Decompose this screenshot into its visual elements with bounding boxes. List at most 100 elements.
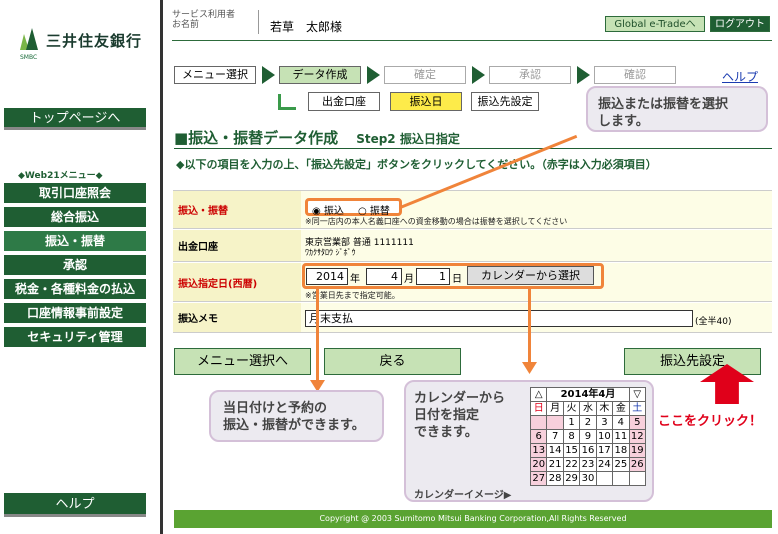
calendar-day <box>612 471 630 486</box>
sidebar-item-account-settings[interactable]: 口座情報事前設定 <box>4 303 146 324</box>
calendar-day[interactable]: 3 <box>595 415 614 430</box>
calendar-day[interactable]: 2 <box>579 415 597 430</box>
step-arrow-icon <box>577 66 590 84</box>
calendar-day[interactable]: 15 <box>562 443 581 458</box>
user-label: サービス利用者 お名前 <box>172 10 235 30</box>
calendar-day[interactable]: 13 <box>529 443 548 458</box>
header-divider <box>258 10 259 34</box>
form-row-account: 出金口座 東京営業部 普通 1111111 ﾜｶｸｻﾀﾛｳ ｼﾞﾎﾞｳ <box>173 230 772 262</box>
calendar-day[interactable]: 6 <box>529 429 548 444</box>
global-etrade-button[interactable]: Global e-Tradeへ <box>605 16 705 32</box>
step-data-create: データ作成 <box>279 66 361 84</box>
date-label: 振込指定日(西暦) <box>173 263 301 301</box>
subtab-withdraw-account[interactable]: 出金口座 <box>308 92 380 111</box>
calendar-next-icon[interactable]: ▽ <box>628 387 647 402</box>
footer-copyright: Copyright @ 2003 Sumitomo Mitsui Banking… <box>174 510 772 528</box>
callout-line <box>528 287 531 365</box>
calendar-day <box>595 471 614 486</box>
step-confirm: 確定 <box>384 66 466 84</box>
calendar-day[interactable]: 11 <box>612 429 630 444</box>
logout-button[interactable]: ログアウト <box>710 16 770 32</box>
callout-calendar-line3: できます。 <box>414 425 478 440</box>
calendar-day[interactable]: 18 <box>612 443 630 458</box>
callout-calendar-text: カレンダーから 日付を指定 できます。 <box>414 390 505 441</box>
callout-calendar-line2: 日付を指定 <box>414 408 480 423</box>
menu-select-button[interactable]: メニュー選択へ <box>174 348 311 375</box>
calendar-widget: △ 2014年4月 ▽ 日 月 火 水 木 金 土 1 2 3 4 5 6 7 … <box>529 387 647 486</box>
callout-line <box>316 289 319 385</box>
calendar-weekday: 土 <box>628 401 647 416</box>
user-label-line2: お名前 <box>172 20 200 30</box>
calendar-weekday: 火 <box>562 401 581 416</box>
calendar-day[interactable]: 5 <box>628 415 647 430</box>
calendar-prev-icon[interactable]: △ <box>529 387 548 402</box>
radio-furikomi[interactable]: ◉ 振込 <box>312 202 344 217</box>
calendar-weekday: 木 <box>595 401 614 416</box>
top-page-button[interactable]: トップページへ <box>4 108 146 130</box>
calendar-day[interactable]: 26 <box>628 457 647 472</box>
calendar-day[interactable]: 9 <box>579 429 597 444</box>
sidebar-item-tax-payment[interactable]: 税金・各種料金の払込 <box>4 279 146 300</box>
calendar-weekday: 水 <box>579 401 597 416</box>
calendar-day[interactable]: 12 <box>628 429 647 444</box>
calendar-day[interactable]: 16 <box>579 443 597 458</box>
calendar-day[interactable]: 1 <box>562 415 581 430</box>
calendar-day[interactable]: 22 <box>562 457 581 472</box>
sidebar: 三井住友銀行 SMBC トップページへ ◆Web21メニュー◆ 取引口座照会 総… <box>0 0 150 534</box>
calendar-day[interactable]: 10 <box>595 429 614 444</box>
step-title: Step2 振込日指定 <box>356 132 460 146</box>
calendar-day[interactable]: 7 <box>546 429 564 444</box>
form-row-type: 振込・振替 ※同一店内の本人名義口座への資金移動の場合は振替を選択してください <box>173 191 772 229</box>
sidebar-help-button[interactable]: ヘルプ <box>4 493 146 517</box>
memo-label: 振込メモ <box>173 303 301 332</box>
transfer-type-radio-group: ◉ 振込 ○ 振替 <box>305 198 402 217</box>
down-arrow-icon <box>522 362 537 374</box>
click-here-label: ここをクリック！ <box>658 414 763 429</box>
calendar-day[interactable]: 21 <box>546 457 564 472</box>
callout-calendar-line1: カレンダーから <box>414 391 506 406</box>
sidebar-item-transfer[interactable]: 振込・振替 <box>4 231 146 252</box>
calendar-day <box>529 415 548 430</box>
calendar-day[interactable]: 19 <box>628 443 647 458</box>
page-title-text: ■振込・振替データ作成 <box>174 129 339 147</box>
memo-input[interactable]: 月末支払 <box>305 310 693 327</box>
step-approval: 承認 <box>489 66 571 84</box>
callout-reserve: 当日付けと予約の 振込・振替ができます。 <box>209 390 384 442</box>
step-check: 確認 <box>594 66 676 84</box>
sidebar-item-bulk-transfer[interactable]: 総合振込 <box>4 207 146 228</box>
callout-reserve-line2: 振込・振替ができます。 <box>223 418 365 433</box>
callout-reserve-line1: 当日付けと予約の <box>223 401 328 416</box>
bank-logo-sub: SMBC <box>20 54 38 61</box>
divider <box>160 0 163 534</box>
sidebar-item-security[interactable]: セキュリティ管理 <box>4 327 146 348</box>
calendar-day[interactable]: 29 <box>562 471 581 486</box>
radio-furikae[interactable]: ○ 振替 <box>358 202 390 217</box>
callout-select-line2: します。 <box>598 114 649 129</box>
calendar-day[interactable]: 17 <box>595 443 614 458</box>
step-arrow-icon <box>262 66 275 84</box>
sidebar-item-account-inquiry[interactable]: 取引口座照会 <box>4 183 146 204</box>
calendar-day[interactable]: 27 <box>529 471 548 486</box>
bank-logo-text: 三井住友銀行 <box>46 32 143 50</box>
subtab-transfer-date[interactable]: 振込日 <box>390 92 462 111</box>
menu-heading: ◆Web21メニュー◆ <box>18 171 103 181</box>
help-link[interactable]: ヘルプ <box>722 68 758 85</box>
back-button[interactable]: 戻る <box>324 348 461 375</box>
calendar-day[interactable]: 14 <box>546 443 564 458</box>
payee-setting-button[interactable]: 振込先設定 <box>624 348 761 375</box>
calendar-day[interactable]: 30 <box>579 471 597 486</box>
calendar-day[interactable]: 24 <box>595 457 614 472</box>
smbc-logo-icon <box>20 28 38 50</box>
calendar-weekday: 金 <box>612 401 630 416</box>
calendar-day[interactable]: 23 <box>579 457 597 472</box>
sidebar-item-approval[interactable]: 承認 <box>4 255 146 276</box>
callout-select-line1: 振込または振替を選択 <box>598 97 729 112</box>
calendar-day[interactable]: 25 <box>612 457 630 472</box>
account-value: 東京営業部 普通 1111111 ﾜｶｸｻﾀﾛｳ ｼﾞﾎﾞｳ <box>301 230 772 261</box>
calendar-day[interactable]: 28 <box>546 471 564 486</box>
calendar-day[interactable]: 8 <box>562 429 581 444</box>
calendar-day[interactable]: 20 <box>529 457 548 472</box>
calendar-day[interactable]: 4 <box>612 415 630 430</box>
page-title: ■振込・振替データ作成 Step2 振込日指定 <box>174 127 460 148</box>
subtab-payee-setting[interactable]: 振込先設定 <box>471 92 539 111</box>
